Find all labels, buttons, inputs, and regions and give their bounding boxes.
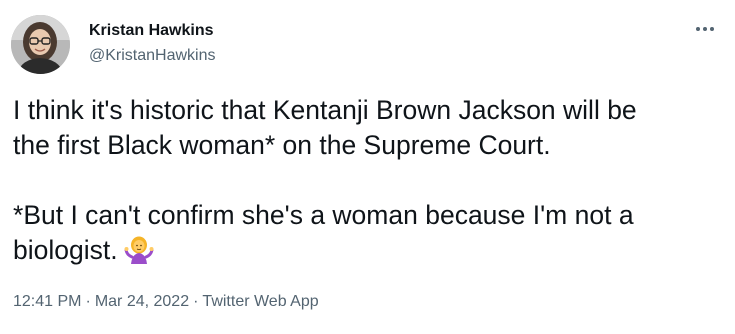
tweet-line: *But I can't confirm she's a woman becau… <box>13 200 634 230</box>
more-horizontal-icon <box>696 27 714 31</box>
woman-shrugging-emoji-icon <box>124 235 154 274</box>
tweet-card: Kristan Hawkins @KristanHawkins I think … <box>0 0 735 334</box>
avatar[interactable] <box>11 15 70 74</box>
more-options-button[interactable] <box>688 16 722 42</box>
separator-dot: · <box>193 293 199 310</box>
tweet-line-last: biologist. <box>13 233 728 274</box>
tweet-meta: 12:41 PM · Mar 24, 2022 · Twitter Web App <box>13 293 319 311</box>
author-handle[interactable]: @KristanHawkins <box>89 47 216 65</box>
tweet-line-text: biologist. <box>13 235 118 265</box>
tweet-line: the first Black woman* on the Supreme Co… <box>13 130 551 160</box>
tweet-date[interactable]: Mar 24, 2022 <box>95 293 189 310</box>
tweet-text: I think it's historic that Kentanji Brow… <box>13 93 728 274</box>
tweet-line: I think it's historic that Kentanji Brow… <box>13 95 637 125</box>
tweet-time[interactable]: 12:41 PM <box>13 293 81 310</box>
profile-photo-icon <box>11 15 70 74</box>
tweet-source[interactable]: Twitter Web App <box>202 293 318 310</box>
separator-dot: · <box>85 293 91 310</box>
author-name[interactable]: Kristan Hawkins <box>89 22 213 40</box>
